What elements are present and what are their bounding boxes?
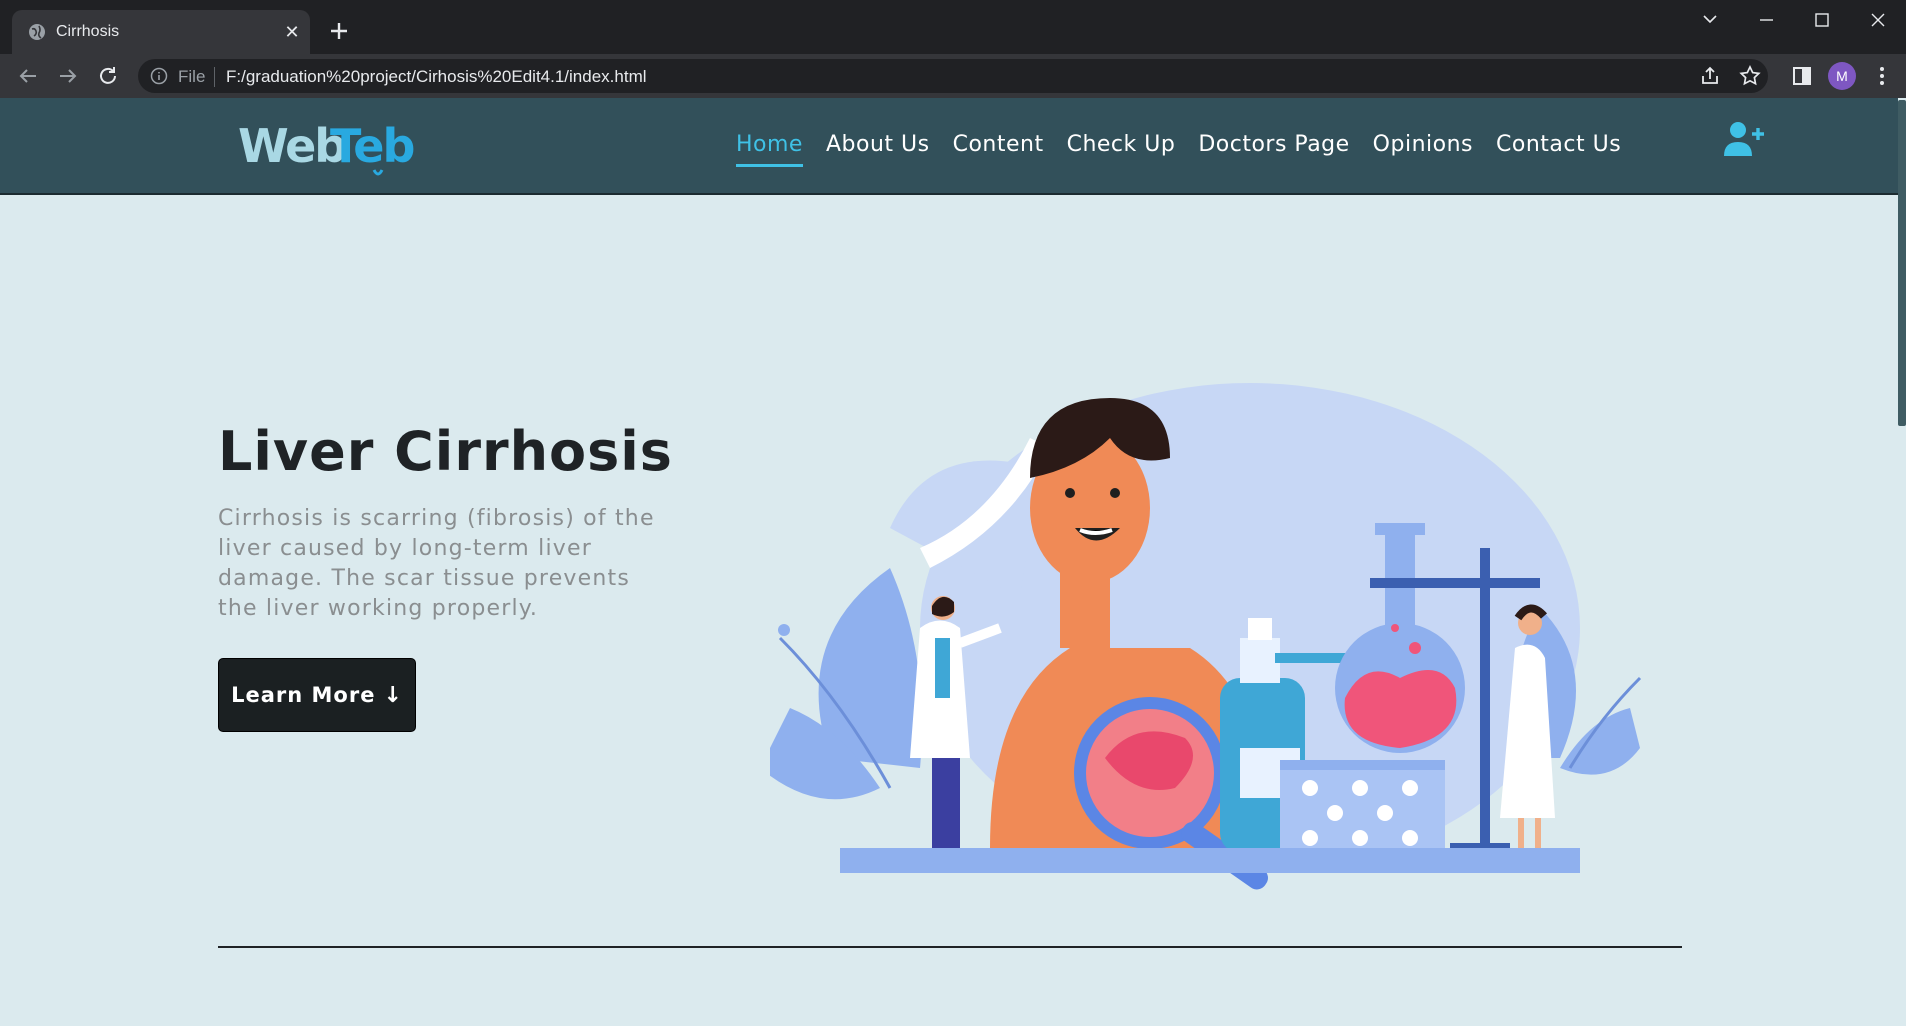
arrow-down-icon: ↓ <box>383 682 403 708</box>
profile-avatar[interactable]: M <box>1828 62 1856 90</box>
page-scrollbar[interactable] <box>1898 98 1906 1026</box>
hero-description: Cirrhosis is scarring (fibrosis) of the … <box>218 506 655 621</box>
scrollbar-thumb[interactable] <box>1898 100 1906 426</box>
nav-about-us[interactable]: About Us <box>826 132 930 157</box>
hero-illustration <box>770 383 1642 890</box>
omnibox-separator <box>214 67 215 87</box>
tab-search-icon[interactable] <box>1690 6 1730 34</box>
back-icon[interactable] <box>16 64 40 88</box>
nav-contact-us[interactable]: Contact Us <box>1496 132 1621 157</box>
logo-text-teb: Teb <box>330 119 413 173</box>
learn-more-button[interactable]: Learn More ↓ <box>218 658 416 732</box>
address-bar[interactable]: File F:/graduation%20project/Cirhosis%20… <box>138 59 1768 93</box>
browser-toolbar: File F:/graduation%20project/Cirhosis%20… <box>0 54 1906 98</box>
close-window-icon[interactable] <box>1858 6 1898 34</box>
nav-content[interactable]: Content <box>953 132 1044 157</box>
site-header: Web Teb Home About Us Content Check Up D… <box>0 98 1898 195</box>
main-nav: Home About Us Content Check Up Doctors P… <box>736 132 1644 167</box>
close-tab-icon[interactable]: ✕ <box>282 22 302 42</box>
reload-icon[interactable] <box>96 64 120 88</box>
nav-opinions[interactable]: Opinions <box>1373 132 1473 157</box>
webteb-logo[interactable]: Web Teb <box>236 114 436 184</box>
user-plus-icon[interactable] <box>1722 120 1768 160</box>
hero-title: Liver Cirrhosis <box>218 420 673 483</box>
share-icon[interactable] <box>1698 64 1722 88</box>
side-panel-icon[interactable] <box>1790 64 1814 88</box>
bookmark-star-icon[interactable] <box>1738 64 1762 88</box>
page-viewport: Web Teb Home About Us Content Check Up D… <box>0 98 1906 1026</box>
nav-check-up[interactable]: Check Up <box>1067 132 1176 157</box>
learn-more-label: Learn More <box>231 683 376 707</box>
url-text[interactable]: F:/graduation%20project/Cirhosis%20Edit4… <box>226 67 647 87</box>
scheme-label: File <box>178 67 206 86</box>
forward-icon[interactable] <box>56 64 80 88</box>
nav-home[interactable]: Home <box>736 132 803 167</box>
globe-icon <box>29 24 45 40</box>
tab-title: Cirrhosis <box>56 23 120 40</box>
nav-doctors-page[interactable]: Doctors Page <box>1198 132 1349 157</box>
more-menu-icon[interactable] <box>1870 64 1894 88</box>
browser-tabstrip: Cirrhosis ✕ <box>0 0 1906 54</box>
maximize-icon[interactable] <box>1802 6 1842 34</box>
new-tab-icon[interactable] <box>326 18 352 44</box>
browser-tab[interactable]: Cirrhosis ✕ <box>12 10 310 54</box>
info-icon[interactable] <box>150 67 168 85</box>
section-divider <box>218 946 1682 948</box>
minimize-icon[interactable] <box>1746 6 1786 34</box>
